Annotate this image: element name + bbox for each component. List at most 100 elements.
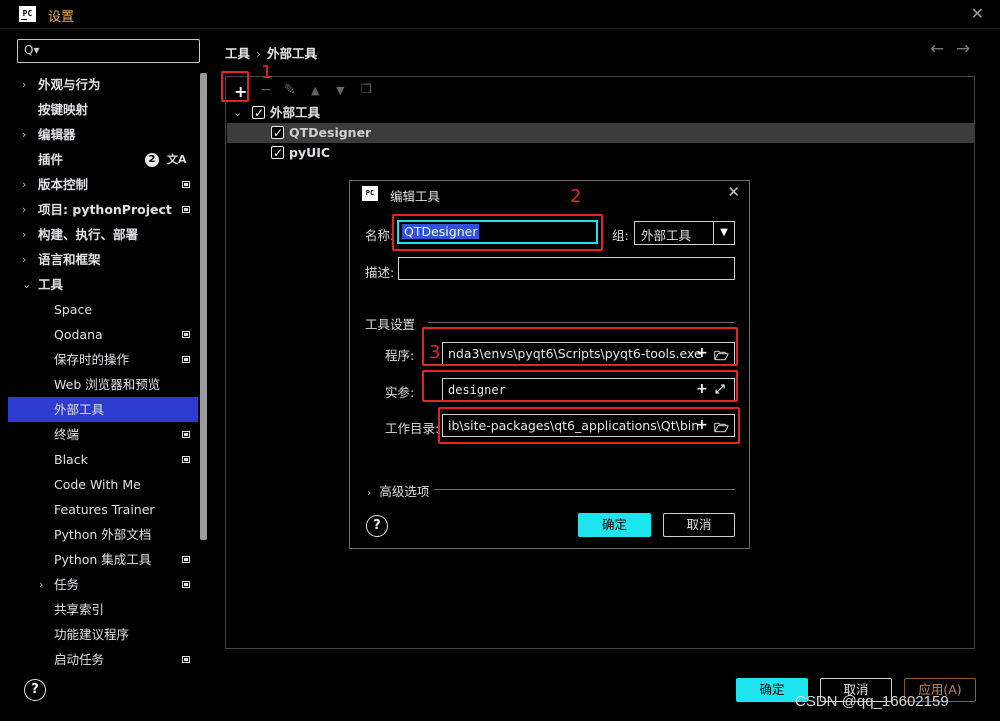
- move-up-icon[interactable]: ▲: [311, 84, 319, 97]
- sidebar-item-label: 语言和框架: [38, 252, 101, 267]
- update-count-badge: 2: [145, 153, 159, 167]
- dialog-cancel-button[interactable]: 取消: [663, 513, 735, 537]
- annotation-box-3a: [422, 327, 738, 366]
- sidebar-item[interactable]: 终端: [8, 422, 198, 447]
- annotation-number-2: 2: [570, 186, 582, 207]
- advanced-divider: [434, 489, 735, 490]
- chevron-right-icon[interactable]: ›: [22, 197, 26, 222]
- dialog-ok-button[interactable]: 确定: [578, 513, 651, 537]
- pycharm-logo-icon: PC: [19, 6, 36, 22]
- chevron-right-icon[interactable]: ›: [22, 72, 26, 97]
- sidebar-item-label: 外观与行为: [38, 77, 101, 92]
- sidebar-item-label: 构建、执行、部署: [38, 227, 139, 242]
- project-level-icon: [182, 431, 190, 438]
- sidebar-item[interactable]: Black: [8, 447, 198, 472]
- project-level-icon: [182, 656, 190, 663]
- breadcrumb-current: 外部工具: [267, 46, 318, 61]
- copy-icon[interactable]: ❐: [361, 82, 372, 96]
- annotation-number-1: 1: [261, 62, 273, 83]
- annotation-box-2: [392, 214, 603, 251]
- settings-search-input[interactable]: Q▾: [17, 39, 200, 63]
- sidebar-item[interactable]: 插件 2 文A: [8, 147, 198, 172]
- title-bar: PC 设置 ✕: [0, 0, 1000, 29]
- sidebar-item[interactable]: Space: [8, 297, 198, 322]
- description-input[interactable]: [398, 257, 735, 280]
- tool-settings-heading: 工具设置: [365, 317, 416, 332]
- back-arrow-icon[interactable]: ←: [930, 39, 944, 59]
- sidebar-item[interactable]: 按键映射: [8, 97, 198, 122]
- sidebar-item-label: 启动任务: [54, 652, 105, 667]
- arguments-label: 实参:: [385, 385, 415, 400]
- description-label: 描述:: [365, 265, 395, 280]
- sidebar-item[interactable]: Code With Me: [8, 472, 198, 497]
- sidebar-item[interactable]: › 项目: pythonProject: [8, 197, 198, 222]
- sidebar-item-label: 终端: [54, 427, 80, 442]
- sidebar-item[interactable]: ⌄ 工具: [8, 272, 198, 297]
- sidebar-item[interactable]: 共享索引: [8, 597, 198, 622]
- remove-tool-icon[interactable]: −: [260, 82, 272, 98]
- sidebar-item[interactable]: Python 集成工具: [8, 547, 198, 572]
- sidebar-item-label: 插件: [38, 152, 64, 167]
- sidebar-item-label: Space: [54, 302, 93, 317]
- dialog-close-icon[interactable]: ✕: [727, 183, 740, 201]
- help-icon[interactable]: ?: [366, 515, 388, 537]
- group-select[interactable]: 外部工具 ▼: [634, 221, 735, 245]
- edit-pencil-icon[interactable]: ✎: [284, 82, 296, 98]
- chevron-right-icon[interactable]: ›: [39, 572, 43, 597]
- group-checkbox[interactable]: [252, 103, 265, 123]
- sidebar-item[interactable]: Qodana: [8, 322, 198, 347]
- program-label: 程序:: [385, 348, 415, 363]
- settings-sidebar: › 外观与行为 按键映射 › 编辑器 插件 2 文A › 版本控制 › 项目: pythonProje…: [8, 72, 208, 672]
- watermark: CSDN @qq_16602159: [795, 693, 949, 710]
- tool-checkbox[interactable]: [271, 143, 284, 163]
- sidebar-scrollbar[interactable]: [200, 73, 207, 540]
- sidebar-item[interactable]: Web 浏览器和预览: [8, 372, 198, 397]
- project-level-icon: [182, 556, 190, 563]
- section-divider: [428, 322, 735, 323]
- dropdown-arrow-icon[interactable]: ▼: [713, 222, 734, 244]
- move-down-icon[interactable]: ▼: [336, 84, 344, 97]
- sidebar-item-label: 外部工具: [54, 402, 105, 417]
- breadcrumb-parent[interactable]: 工具: [225, 46, 250, 61]
- sidebar-item[interactable]: › 任务: [8, 572, 198, 597]
- sidebar-item[interactable]: › 版本控制: [8, 172, 198, 197]
- chevron-right-icon[interactable]: ›: [22, 247, 26, 272]
- project-level-icon: [182, 331, 190, 338]
- sidebar-item-label: Python 外部文档: [54, 527, 152, 542]
- sidebar-item-label: 共享索引: [54, 602, 105, 617]
- annotation-number-3: 3: [429, 342, 441, 363]
- chevron-down-icon[interactable]: ⌄: [22, 272, 31, 297]
- window-close-icon[interactable]: ✕: [971, 4, 984, 23]
- project-level-icon: [182, 181, 190, 188]
- help-icon[interactable]: ?: [24, 679, 46, 701]
- sidebar-item-label: 编辑器: [38, 127, 76, 142]
- group-label: 组:: [612, 228, 629, 243]
- sidebar-item-label: Python 集成工具: [54, 552, 152, 567]
- tool-checkbox[interactable]: [271, 123, 284, 143]
- search-icon: Q▾: [24, 43, 40, 57]
- tree-item-row[interactable]: pyUIC: [227, 143, 975, 163]
- sidebar-item-label: 按键映射: [38, 102, 89, 117]
- sidebar-item[interactable]: › 语言和框架: [8, 247, 198, 272]
- chevron-right-icon[interactable]: ›: [22, 122, 26, 147]
- sidebar-item[interactable]: 启动任务: [8, 647, 198, 672]
- sidebar-item[interactable]: Features Trainer: [8, 497, 198, 522]
- chevron-right-icon: ›: [367, 486, 372, 499]
- name-label: 名称:: [365, 228, 395, 243]
- chevron-down-icon[interactable]: ⌄: [233, 103, 242, 123]
- sidebar-item[interactable]: 保存时的操作: [8, 347, 198, 372]
- chevron-right-icon[interactable]: ›: [22, 222, 26, 247]
- sidebar-item[interactable]: › 编辑器: [8, 122, 198, 147]
- sidebar-item[interactable]: 外部工具: [8, 397, 198, 422]
- advanced-options-toggle[interactable]: › 高级选项: [367, 481, 429, 500]
- sidebar-item[interactable]: Python 外部文档: [8, 522, 198, 547]
- sidebar-item[interactable]: › 构建、执行、部署: [8, 222, 198, 247]
- breadcrumb: 工具 › 外部工具: [225, 46, 318, 61]
- sidebar-item-label: Features Trainer: [54, 502, 155, 517]
- sidebar-item[interactable]: › 外观与行为: [8, 72, 198, 97]
- tree-group-row[interactable]: ⌄ 外部工具: [227, 103, 975, 123]
- forward-arrow-icon[interactable]: →: [956, 39, 970, 59]
- sidebar-item[interactable]: 功能建议程序: [8, 622, 198, 647]
- chevron-right-icon[interactable]: ›: [22, 172, 26, 197]
- tree-item-row[interactable]: QTDesigner: [227, 123, 975, 143]
